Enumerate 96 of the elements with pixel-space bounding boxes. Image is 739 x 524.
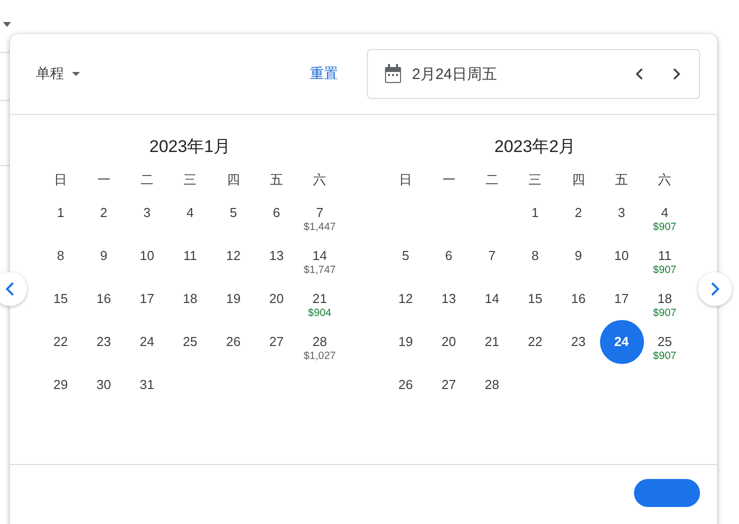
day-number[interactable]: 9 bbox=[100, 248, 108, 264]
price-label: $1,747 bbox=[304, 264, 336, 277]
weekday-label: 三 bbox=[528, 171, 543, 189]
day-number[interactable]: 19 bbox=[398, 334, 413, 350]
day-number[interactable]: 12 bbox=[226, 248, 241, 264]
trip-type-dropdown[interactable]: 单程 bbox=[30, 61, 86, 87]
month-title: 2023年1月 bbox=[148, 136, 232, 158]
chevron-left-icon bbox=[635, 68, 643, 80]
day-number[interactable]: 7 bbox=[316, 205, 324, 221]
day-number[interactable]: 31 bbox=[140, 377, 154, 393]
price-label: $1,447 bbox=[304, 221, 336, 234]
chevron-left-icon bbox=[5, 282, 15, 296]
day-number[interactable]: 8 bbox=[56, 248, 64, 264]
weekday-label: 一 bbox=[96, 171, 112, 189]
date-value: 2月24日周五 bbox=[412, 64, 498, 84]
next-month-button[interactable] bbox=[698, 272, 732, 306]
day-number[interactable]: 6 bbox=[445, 248, 452, 264]
weekday-label: 六 bbox=[657, 171, 672, 189]
day-number[interactable]: 1 bbox=[532, 205, 539, 221]
day-number[interactable]: 14 bbox=[484, 291, 500, 307]
day-number[interactable]: 21 bbox=[484, 334, 500, 350]
weekday-label: 一 bbox=[441, 171, 456, 189]
day-number[interactable]: 16 bbox=[96, 291, 112, 307]
date-field[interactable]: 2月24日周五 bbox=[367, 49, 700, 99]
weekday-label: 二 bbox=[484, 171, 500, 189]
calendar-icon bbox=[384, 64, 402, 84]
price-label: $904 bbox=[308, 307, 332, 320]
day-number[interactable]: 28 bbox=[484, 377, 500, 393]
weekday-label: 五 bbox=[614, 171, 630, 189]
day-number[interactable]: 17 bbox=[140, 291, 154, 307]
day-number[interactable]: 4 bbox=[661, 205, 668, 221]
day-number[interactable]: 25 bbox=[182, 334, 198, 350]
day-number[interactable]: 11 bbox=[658, 248, 672, 264]
day-number[interactable]: 11 bbox=[183, 248, 197, 264]
selected-day[interactable]: 24 bbox=[600, 320, 644, 364]
day-number[interactable]: 9 bbox=[574, 248, 582, 264]
day-number[interactable]: 10 bbox=[140, 248, 154, 264]
weekday-label: 四 bbox=[570, 171, 586, 189]
price-label: $1,027 bbox=[304, 350, 336, 363]
day-number[interactable]: 23 bbox=[571, 334, 586, 350]
day-number[interactable]: 29 bbox=[53, 377, 68, 393]
day-number[interactable]: 24 bbox=[140, 334, 154, 350]
chevron-right-icon bbox=[710, 282, 720, 296]
weekday-label: 日 bbox=[398, 171, 414, 189]
day-number[interactable]: 2 bbox=[574, 205, 582, 221]
reset-link[interactable]: 重置 bbox=[308, 61, 340, 87]
day-number[interactable]: 18 bbox=[182, 291, 198, 307]
weekday-label: 日 bbox=[53, 171, 68, 189]
day-number[interactable]: 27 bbox=[269, 334, 284, 350]
price-label: $907 bbox=[653, 221, 676, 234]
day-number[interactable]: 30 bbox=[96, 377, 112, 393]
day-number[interactable]: 19 bbox=[226, 291, 241, 307]
day-number[interactable]: 13 bbox=[269, 248, 284, 264]
weekday-label: 六 bbox=[312, 171, 328, 189]
price-label: $907 bbox=[653, 307, 676, 320]
day-number[interactable]: 4 bbox=[186, 205, 194, 221]
month-title: 2023年2月 bbox=[493, 136, 577, 158]
weekday-label: 二 bbox=[139, 171, 154, 189]
day-number[interactable]: 28 bbox=[312, 334, 327, 350]
day-number[interactable]: 21 bbox=[312, 291, 327, 307]
day-number[interactable]: 20 bbox=[442, 334, 456, 350]
weekday-label: 五 bbox=[269, 171, 284, 189]
day-number[interactable]: 20 bbox=[269, 291, 284, 307]
day-number[interactable]: 15 bbox=[528, 291, 542, 307]
weekday-label: 四 bbox=[226, 171, 241, 189]
day-number[interactable]: 14 bbox=[312, 248, 327, 264]
day-number[interactable]: 27 bbox=[442, 377, 456, 393]
day-number[interactable]: 26 bbox=[398, 377, 413, 393]
day-number[interactable]: 17 bbox=[614, 291, 629, 307]
day-number[interactable]: 12 bbox=[398, 291, 413, 307]
day-number[interactable]: 7 bbox=[488, 248, 496, 264]
day-number[interactable]: 18 bbox=[657, 291, 672, 307]
day-number[interactable]: 26 bbox=[226, 334, 241, 350]
day-number[interactable]: 13 bbox=[442, 291, 456, 307]
weekday-label: 三 bbox=[182, 171, 198, 189]
day-number[interactable]: 23 bbox=[96, 334, 112, 350]
day-number[interactable]: 6 bbox=[272, 205, 280, 221]
day-number[interactable]: 1 bbox=[56, 205, 64, 221]
caret-icon[interactable] bbox=[3, 22, 11, 27]
day-number[interactable]: 25 bbox=[657, 334, 672, 350]
day-number[interactable]: 3 bbox=[143, 205, 151, 221]
day-number[interactable]: 22 bbox=[53, 334, 68, 350]
day-number[interactable]: 5 bbox=[230, 205, 237, 221]
chevron-right-icon bbox=[673, 68, 681, 80]
price-label: $907 bbox=[653, 264, 676, 277]
day-number[interactable]: 3 bbox=[618, 205, 626, 221]
caret-icon bbox=[72, 72, 80, 76]
day-number[interactable]: 8 bbox=[532, 248, 539, 264]
action-button[interactable] bbox=[634, 479, 700, 507]
price-label: $907 bbox=[653, 350, 676, 363]
day-number[interactable]: 22 bbox=[528, 334, 542, 350]
day-number[interactable]: 16 bbox=[571, 291, 586, 307]
day-number[interactable]: 15 bbox=[53, 291, 68, 307]
day-number[interactable]: 2 bbox=[100, 205, 108, 221]
day-number[interactable]: 10 bbox=[614, 248, 629, 264]
day-number[interactable]: 5 bbox=[402, 248, 410, 264]
